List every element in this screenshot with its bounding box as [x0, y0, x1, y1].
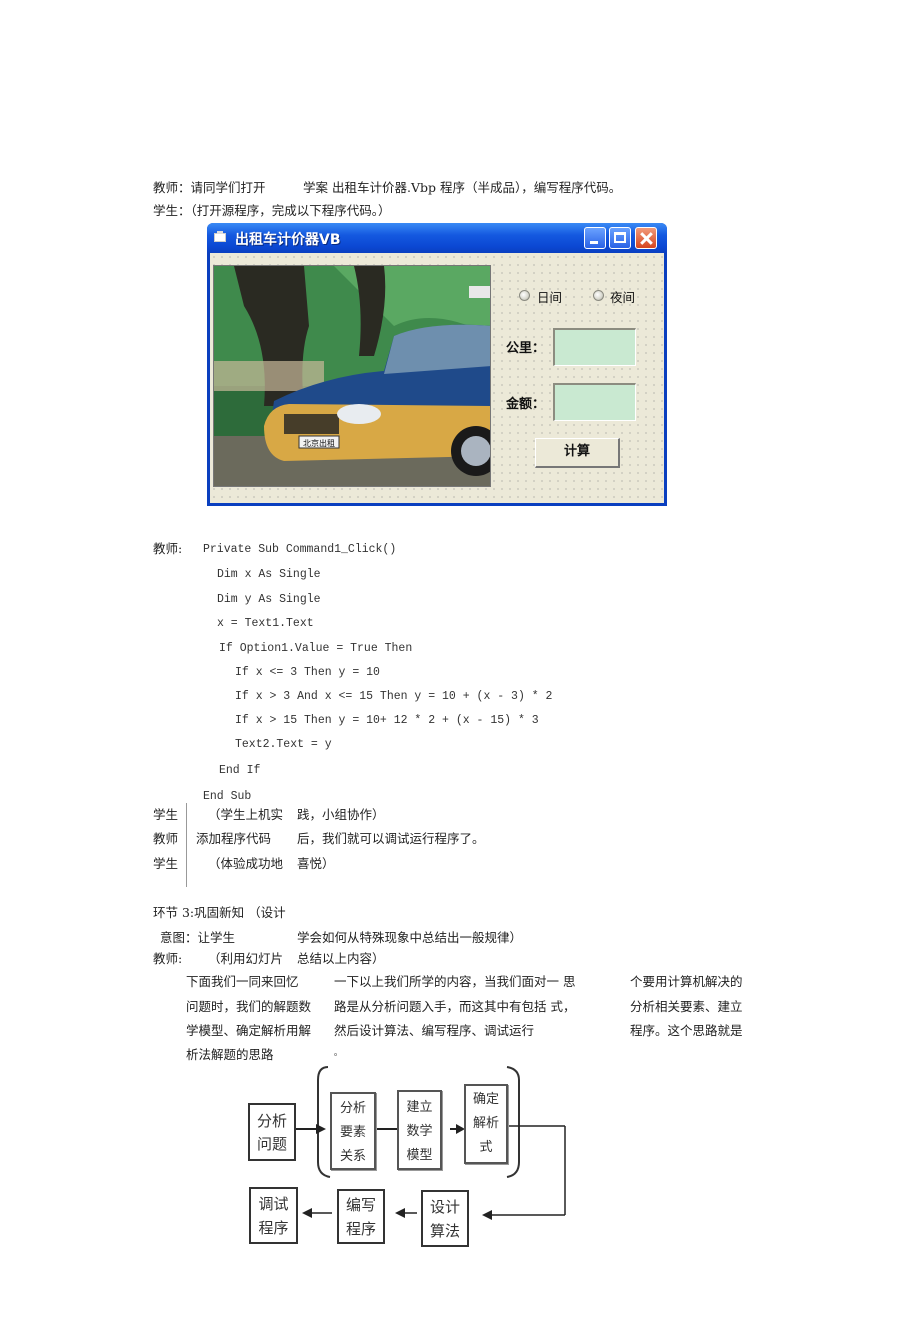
taxi-photo: 北京出租: [213, 265, 491, 487]
dialogue-divider: [186, 803, 187, 887]
dialogue-text: （学生上机实: [208, 807, 284, 822]
flow-box-text: 程序: [258, 1219, 289, 1237]
flow-box-analyze-problem: 分析 问题: [248, 1103, 296, 1161]
code-line: End If: [219, 764, 261, 777]
bracket-left: [317, 1066, 331, 1178]
flow-box-text: 关系: [339, 1149, 366, 1164]
code-line: If x <= 3 Then y = 10: [235, 666, 380, 679]
code-line: Private Sub Command1_Click(): [203, 543, 397, 556]
code-line: End Sub: [203, 790, 252, 803]
para-col2-line: 一下以上我们所学的内容，当我们面对一 思: [334, 974, 576, 989]
flow-box-determine-formula: 确定 解析 式: [464, 1084, 508, 1164]
bracket-right: [506, 1066, 520, 1178]
teacher-text: （利用幻灯片: [208, 951, 284, 966]
section-heading: 环节 3:巩固新知 （设计: [153, 905, 286, 920]
flow-box-debug-program: 调试 程序: [249, 1187, 298, 1244]
window-titlebar: 出租车计价器VB: [207, 223, 667, 253]
dialogue-text: 后，我们就可以调试运行程序了。: [297, 831, 485, 846]
flow-box-build-model: 建立 数学 模型: [397, 1090, 442, 1170]
code-line: x = Text1.Text: [217, 617, 314, 630]
km-input[interactable]: [553, 328, 636, 366]
teacher-label: 教师:: [153, 951, 183, 966]
plate-text: 北京出租: [303, 438, 335, 448]
code-line: If x > 3 And x <= 15 Then y = 10 + (x - …: [235, 690, 553, 703]
maximize-button[interactable]: [609, 227, 631, 249]
para-col2-line: 。: [334, 1048, 342, 1057]
flow-box-text: 确定: [472, 1092, 499, 1107]
close-button[interactable]: [635, 227, 657, 249]
dialogue-speaker: 学生: [153, 856, 179, 871]
dialogue-text: （体验成功地: [208, 856, 284, 871]
code-line: Dim y As Single: [217, 593, 321, 606]
flow-box-text: 算法: [429, 1222, 460, 1240]
minimize-button[interactable]: [584, 227, 606, 249]
problem-solving-flowchart: 分析 问题 分析 要素 关系 建立 数学 模型 确定 解析 式 设计 算法 编写…: [240, 1060, 580, 1260]
code-line: If Option1.Value = True Then: [219, 642, 413, 655]
flow-box-text: 编写: [345, 1196, 376, 1214]
section-intent: 意图：让学生: [160, 930, 236, 945]
code-line: Dim x As Single: [217, 568, 321, 581]
para-col3-line: 程序。这个思路就是: [630, 1023, 743, 1038]
code-speaker: 教师:: [153, 541, 183, 556]
flow-box-text: 解析: [472, 1116, 499, 1131]
arrow-head: [482, 1210, 492, 1220]
flow-box-analyze-elements: 分析 要素 关系: [330, 1092, 376, 1170]
flow-box-text: 建立: [406, 1100, 433, 1115]
flow-box-text: 分析: [256, 1112, 287, 1130]
flow-box-text: 模型: [406, 1148, 433, 1163]
dialogue-text: 喜悦）: [297, 856, 335, 871]
night-radio[interactable]: [593, 290, 604, 301]
para-col1-line: 学模型、确定解析用解: [186, 1023, 312, 1038]
flow-box-write-program: 编写 程序: [337, 1189, 385, 1244]
para-col1-line: 问题时，我们的解题数: [186, 999, 312, 1014]
flow-box-text: 式: [479, 1140, 493, 1155]
flow-box-text: 设计: [429, 1198, 460, 1216]
arrow-head: [302, 1208, 312, 1218]
dialogue-speaker: 教师: [153, 831, 179, 846]
teacher-text-rest: 总结以上内容）: [297, 951, 385, 966]
flow-box-text: 调试: [258, 1195, 289, 1213]
intro-student-line: 学生：（打开源程序，完成以下程序代码。）: [153, 203, 391, 218]
calculate-button[interactable]: 计算: [535, 438, 620, 468]
flow-box-text: 程序: [345, 1220, 376, 1238]
code-line: Text2.Text = y: [235, 738, 332, 751]
km-label: 公里：: [506, 341, 546, 356]
amount-output[interactable]: [553, 383, 636, 421]
para-col2-line: 然后设计算法、编写程序、调试运行: [334, 1023, 535, 1038]
flow-box-text: 问题: [256, 1135, 287, 1153]
para-col3-line: 分析相关要素、建立: [630, 999, 743, 1014]
window-title: 出租车计价器VB: [235, 232, 341, 248]
para-col2-line: 路是从分析问题入手，而这其中有包括 式，: [334, 999, 576, 1014]
flow-box-design-algorithm: 设计 算法: [421, 1190, 469, 1247]
day-radio[interactable]: [519, 290, 530, 301]
intro-teacher-line: 教师：请同学们打开 学案 出租车计价器.Vbp 程序（半成品），编写程序代码。: [153, 180, 622, 195]
form-client-area: 北京出租 日间 夜间 公里： 金额： 计算: [210, 253, 664, 503]
vb-taxi-meter-window: 出租车计价器VB 北京出租 日间 夜间 公里： 金额： 计算: [207, 223, 667, 506]
day-radio-label: 日间: [537, 290, 563, 305]
flow-box-text: 分析: [339, 1101, 366, 1116]
para-col3-line: 个要用计算机解决的: [630, 974, 743, 989]
window-app-icon: [214, 231, 226, 242]
dialogue-text: 添加程序代码: [196, 831, 272, 846]
para-col1-line: 下面我们一同来回忆: [186, 974, 299, 989]
flow-box-text: 数学: [406, 1124, 433, 1139]
dialogue-speaker: 学生: [153, 807, 179, 822]
arrow-head: [316, 1124, 326, 1134]
section-intent-rest: 学会如何从特殊现象中总结出一般规律）: [297, 930, 523, 945]
amount-label: 金额：: [506, 397, 546, 412]
dialogue-text: 践，小组协作）: [297, 807, 385, 822]
taxi-photo-image: 北京出租: [214, 266, 490, 486]
flow-box-text: 要素: [339, 1125, 366, 1140]
night-radio-label: 夜间: [610, 290, 636, 305]
code-line: If x > 15 Then y = 10+ 12 * 2 + (x - 15)…: [235, 714, 539, 727]
arrow-head: [395, 1208, 405, 1218]
